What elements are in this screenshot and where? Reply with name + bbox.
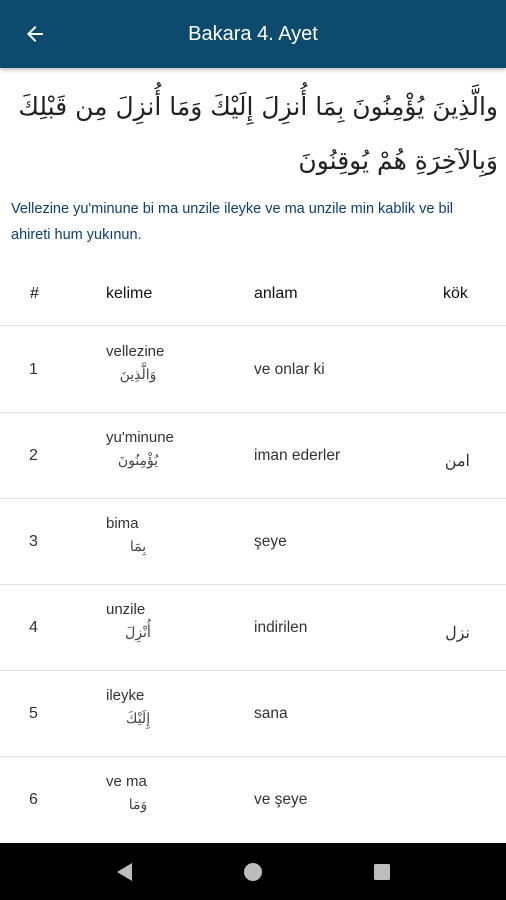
table-row[interactable]: 4 unzile أُنْزِلَ indirilen نزل	[0, 585, 506, 671]
verse-transliteration: Vellezine yu'minune bi ma unzile ileyke …	[11, 201, 454, 243]
word-latin: vellezine	[106, 343, 165, 360]
system-nav-bar	[0, 843, 506, 900]
row-number: 4	[29, 618, 38, 636]
word-latin: yu'minune	[106, 429, 174, 446]
word-latin: unzile	[106, 601, 146, 618]
word-arabic: وَالَّذِينَ	[119, 367, 157, 383]
circle-home-icon	[243, 862, 262, 881]
table-row[interactable]: 5 ileyke إِلَيْكَ sana	[0, 671, 506, 757]
word-latin: ileyke	[106, 687, 145, 704]
header-root: kök	[443, 285, 468, 302]
header-num: #	[30, 285, 39, 302]
back-button[interactable]	[0, 0, 70, 68]
nav-back-button[interactable]	[94, 843, 154, 900]
row-number: 1	[29, 360, 38, 378]
row-number: 2	[29, 446, 38, 464]
arrow-left-icon	[27, 26, 43, 42]
word-latin: ve ma	[106, 773, 147, 790]
triangle-back-icon	[117, 862, 133, 881]
table-row[interactable]: 3 bima بِمَا şeye	[0, 499, 506, 585]
word-root: امن	[444, 451, 470, 470]
word-meaning: indirilen	[254, 618, 308, 636]
arabic-verse: والَّذِينَ يُؤْمِنُونَ بِمَا أُنزِلَ إِل…	[18, 92, 498, 175]
word-meaning: sana	[254, 704, 288, 722]
row-number: 5	[29, 704, 38, 722]
row-number: 3	[29, 532, 38, 550]
word-meaning: ve onlar ki	[254, 360, 325, 378]
word-latin: bima	[106, 515, 139, 532]
app-bar: Bakara 4. Ayet	[0, 0, 506, 68]
word-root: نزل	[445, 623, 470, 642]
word-arabic: يُؤْمِنُونَ	[117, 453, 159, 469]
square-recents-icon	[373, 863, 390, 880]
row-number: 6	[29, 790, 38, 808]
table-header: # kelime anlam kök	[0, 262, 506, 326]
word-arabic: إِلَيْكَ	[125, 711, 151, 727]
word-meaning: iman ederler	[254, 446, 341, 464]
header-meaning: anlam	[254, 285, 298, 302]
word-arabic: أُنْزِلَ	[125, 625, 151, 641]
word-meaning: şeye	[254, 532, 287, 550]
word-meaning: ve şeye	[254, 790, 308, 808]
word-arabic: وَمَا	[128, 797, 148, 813]
table-row[interactable]: 6 ve ma وَمَا ve şeye	[0, 757, 506, 843]
table-row[interactable]: 2 yu'minune يُؤْمِنُونَ iman ederler امن	[0, 413, 506, 499]
page-title: Bakara 4. Ayet	[188, 22, 318, 45]
nav-recents-button[interactable]	[352, 843, 412, 900]
word-arabic: بِمَا	[129, 539, 147, 555]
table-row[interactable]: 1 vellezine وَالَّذِينَ ve onlar ki	[0, 327, 506, 413]
header-word: kelime	[106, 285, 153, 302]
nav-home-button[interactable]	[223, 843, 283, 900]
